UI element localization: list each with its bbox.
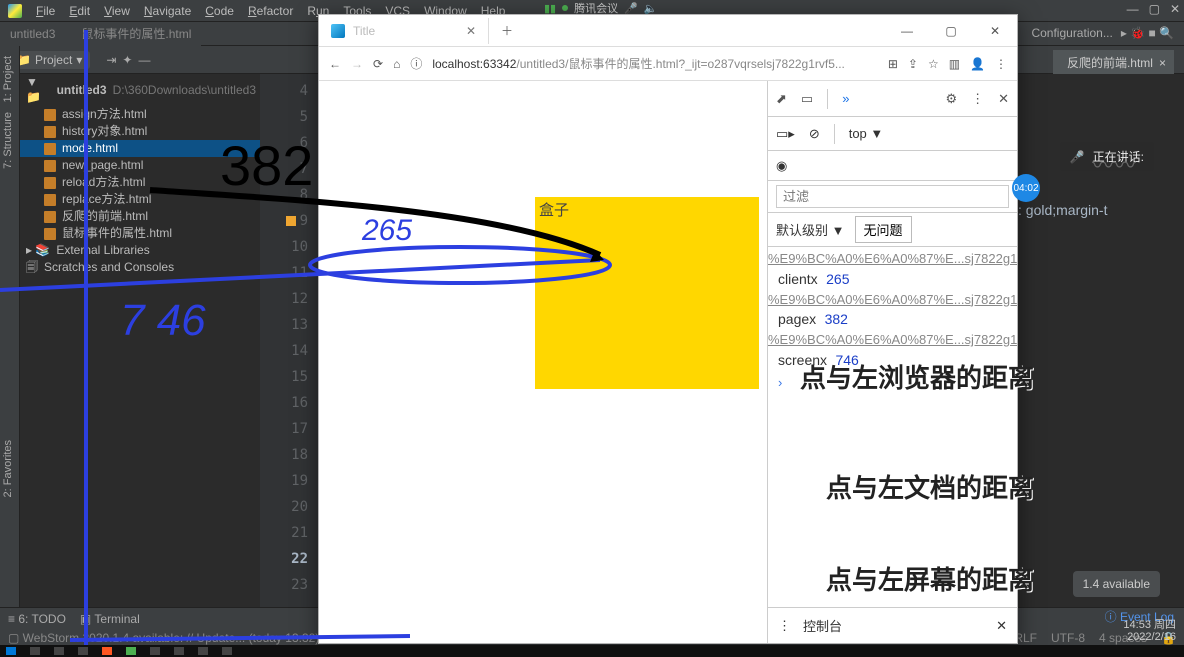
share-icon[interactable]: ⇪	[908, 57, 918, 71]
nav-back-icon[interactable]: ←	[329, 57, 341, 71]
meeting-timer[interactable]: 04:02	[1012, 174, 1040, 202]
menu-refactor[interactable]: Refactor	[248, 4, 293, 18]
system-clock[interactable]: 14:53 周四 2022/2/16	[1123, 619, 1176, 643]
task-icon	[30, 647, 40, 655]
breadcrumb-file[interactable]: 鼠标事件的属性.html	[65, 22, 201, 46]
devtools-settings-icon[interactable]: ⚙	[945, 91, 957, 107]
nav-fwd-icon[interactable]: →	[351, 57, 363, 71]
editor-gutter: 4567891011121314151617181920212223	[260, 74, 318, 611]
tab-structure[interactable]: 7: Structure	[2, 112, 14, 169]
meeting-indicator: ▮▮ 腾讯会议 🎤 🔈	[544, 1, 658, 15]
terminal-tab[interactable]: ▣ Terminal	[80, 612, 140, 626]
devtools-close-icon[interactable]: ✕	[998, 91, 1009, 107]
project-dropdown[interactable]: 📁 Project ▾	[8, 51, 90, 69]
page-viewport[interactable]: 盒子	[319, 81, 767, 643]
collapse-icon[interactable]: ⇥	[106, 53, 116, 67]
devtools-panel: ⬈ ▭ » ⚙ ⋮ ✕ ▭▸ ⊘ top ▼ ◉ 默认级别 ▼ 无问题 %E9	[767, 81, 1017, 643]
device-icon[interactable]: ▭	[801, 91, 813, 107]
browser-menu-icon[interactable]: ⋮	[995, 57, 1007, 71]
menu-code[interactable]: Code	[205, 4, 234, 18]
browser-max-icon[interactable]: ▢	[929, 16, 973, 46]
bookmark-icon[interactable]: ☆	[928, 57, 939, 71]
mic-mute-icon: 🎤	[1070, 150, 1085, 164]
hide-icon[interactable]: —	[138, 53, 150, 67]
browser-toolbar: ← → ⟳ ⌂ ⓘ localhost:63342/untitled3/鼠标事件…	[319, 47, 1017, 81]
ide-max-icon[interactable]: ▢	[1149, 2, 1160, 16]
console-filter-input[interactable]	[776, 185, 1009, 208]
breadcrumb-project[interactable]: untitled3	[0, 22, 65, 46]
menu-navigate[interactable]: Navigate	[144, 4, 191, 18]
favicon-icon	[331, 24, 345, 38]
file-replace: replace方法.html	[20, 191, 260, 208]
console-play-icon[interactable]: ▭▸	[776, 126, 795, 142]
tab-favorites[interactable]: 2: Favorites	[2, 440, 14, 497]
menu-file[interactable]: File	[36, 4, 55, 18]
external-libraries: ▸ 📚 External Libraries	[20, 242, 260, 259]
no-issues-button[interactable]: 无问题	[855, 216, 912, 243]
svg-text:7 46: 7 46	[120, 296, 206, 345]
settings-icon[interactable]: ✦	[122, 53, 132, 67]
update-notice[interactable]: WebStorm 2020.1.4 available: // Update..…	[23, 631, 320, 645]
menu-edit[interactable]: Edit	[69, 4, 90, 18]
console-clear-icon[interactable]: ⊘	[809, 126, 820, 142]
source-link[interactable]: %E9%BC%A0%E6%A0%87%E...sj7822g1rvf5d7ng:…	[768, 251, 1017, 267]
drawer-close-icon[interactable]: ✕	[996, 618, 1007, 634]
update-balloon[interactable]: 1.4 available	[1073, 571, 1160, 597]
mic-icon: 🎤	[624, 2, 638, 15]
meeting-cloud-icon: 〰〰	[1092, 148, 1136, 180]
devtools-menu-icon[interactable]: ⋮	[971, 91, 984, 107]
ide-min-icon[interactable]: —	[1127, 2, 1139, 16]
source-link[interactable]: %E9%BC%A0%E6%A0%87%E...sj7822g1rvf5d7ng:…	[768, 332, 1017, 348]
site-info-icon[interactable]: ⓘ	[410, 55, 422, 72]
file-mode: mode.html	[20, 140, 260, 157]
drawer-tab[interactable]: 控制台	[803, 616, 842, 635]
editor-tab-right[interactable]: 反爬的前端.html ×	[1053, 50, 1174, 75]
windows-taskbar[interactable]	[0, 645, 1184, 657]
inspect-icon[interactable]: ⬈	[776, 91, 787, 107]
browser-titlebar: Title ✕ ＋ — ▢ ✕	[319, 15, 1017, 47]
browser-close-icon[interactable]: ✕	[973, 16, 1017, 46]
file-history: history对象.html	[20, 123, 260, 140]
gold-box[interactable]: 盒子	[535, 197, 759, 389]
speaker-icon: 🔈	[644, 2, 658, 15]
nav-home-icon[interactable]: ⌂	[393, 57, 400, 71]
project-tree[interactable]: ▼ 📁 untitled3 D:\360Downloads\untitled3 …	[20, 74, 260, 276]
drawer-menu-icon[interactable]: ⋮	[778, 618, 791, 634]
more-tabs-icon[interactable]: »	[842, 91, 849, 106]
profile-icon[interactable]: 👤	[970, 57, 985, 71]
ide-close-icon[interactable]: ✕	[1170, 2, 1180, 16]
run-config-toolbar[interactable]: Configuration... ▸ 🐞 ■ 🔍	[1031, 26, 1174, 40]
browser-min-icon[interactable]: —	[885, 16, 929, 46]
tab-project[interactable]: 1: Project	[2, 56, 14, 102]
browser-tab-title: Title	[353, 24, 375, 38]
file-fanpa: 反爬的前端.html	[20, 208, 260, 225]
console-prompt[interactable]: ›	[768, 373, 1017, 392]
scope-selector[interactable]: top ▼	[849, 126, 884, 141]
file-assign: assign方法.html	[20, 106, 260, 123]
todo-tab[interactable]: ≡ 6: TODO	[8, 612, 66, 626]
browser-tab[interactable]: Title ✕	[319, 18, 489, 44]
tab-close-icon[interactable]: ✕	[466, 24, 476, 38]
menu-view[interactable]: View	[104, 4, 130, 18]
scratches: 🗐 Scratches and Consoles	[20, 259, 260, 276]
nav-reload-icon[interactable]: ⟳	[373, 57, 383, 71]
file-reload: reload方法.html	[20, 174, 260, 191]
qr-icon[interactable]: ⊞	[888, 57, 898, 71]
file-mouse: 鼠标事件的属性.html	[20, 225, 260, 242]
browser-window: Title ✕ ＋ — ▢ ✕ ← → ⟳ ⌂ ⓘ localhost:6334…	[318, 14, 1018, 644]
ide-logo-icon	[8, 4, 22, 18]
level-selector[interactable]: 默认级别 ▼	[776, 220, 845, 239]
address-bar[interactable]: localhost:63342/untitled3/鼠标事件的属性.html?_…	[432, 55, 877, 72]
extensions-icon[interactable]: ▥	[949, 57, 960, 71]
start-icon[interactable]	[6, 647, 16, 655]
live-expr-icon[interactable]: ◉	[776, 158, 787, 174]
console-output[interactable]: %E9%BC%A0%E6%A0%87%E...sj7822g1rvf5d7ng:…	[768, 247, 1017, 607]
new-tab-icon[interactable]: ＋	[489, 22, 525, 39]
source-link[interactable]: %E9%BC%A0%E6%A0%87%E...sj7822g1rvf5d7ng:…	[768, 292, 1017, 308]
file-newpage: new_page.html	[20, 157, 260, 174]
